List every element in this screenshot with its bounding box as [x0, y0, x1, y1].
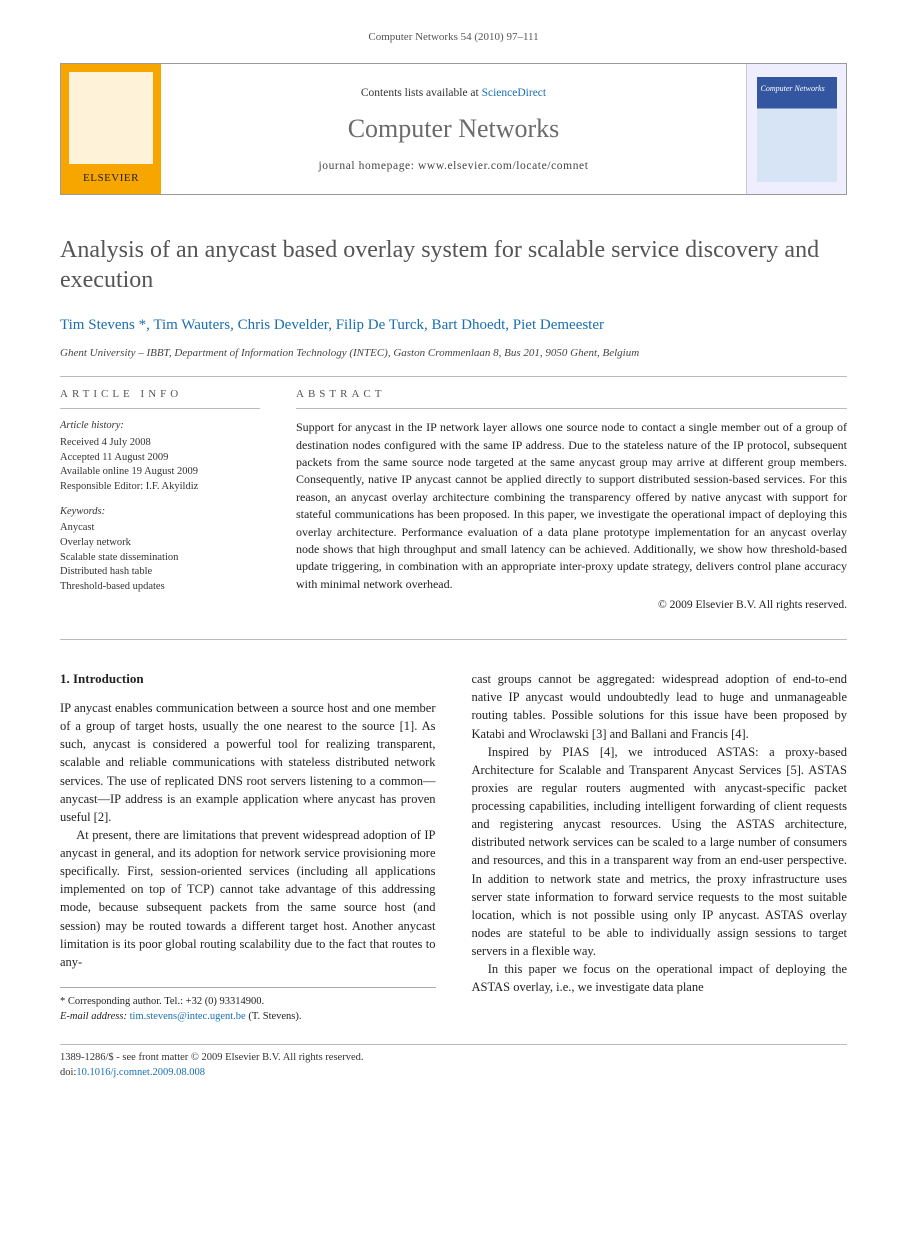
- divider: [60, 408, 260, 409]
- footer-copyright: 1389-1286/$ - see front matter © 2009 El…: [60, 1051, 847, 1066]
- cover-image-icon: [757, 77, 837, 182]
- doi-link[interactable]: 10.1016/j.comnet.2009.08.008: [76, 1067, 205, 1078]
- keywords-block: Keywords: Anycast Overlay network Scalab…: [60, 505, 260, 595]
- corr-email-link[interactable]: tim.stevens@intec.ugent.be: [130, 1011, 246, 1022]
- article-history: Article history: Received 4 July 2008 Ac…: [60, 419, 260, 494]
- corr-tel: * Corresponding author. Tel.: +32 (0) 93…: [60, 994, 436, 1009]
- journal-cover-thumb: [746, 64, 846, 194]
- divider: [296, 408, 847, 409]
- journal-title: Computer Networks: [348, 111, 560, 147]
- body-paragraph: cast groups cannot be aggregated: widesp…: [472, 670, 848, 743]
- abstract-copyright: © 2009 Elsevier B.V. All rights reserved…: [296, 597, 847, 613]
- running-citation: Computer Networks 54 (2010) 97–111: [60, 30, 847, 45]
- contents-prefix: Contents lists available at: [361, 87, 482, 99]
- corr-email-suffix: (T. Stevens).: [248, 1011, 301, 1022]
- article-title: Analysis of an anycast based overlay sys…: [60, 235, 847, 295]
- body-paragraph: At present, there are limitations that p…: [60, 826, 436, 971]
- keyword: Scalable state dissemination: [60, 551, 260, 566]
- section-heading-intro: 1. Introduction: [60, 670, 436, 689]
- history-line: Available online 19 August 2009: [60, 465, 260, 480]
- history-label: Article history:: [60, 419, 260, 434]
- elsevier-tree-icon: [69, 72, 153, 164]
- elsevier-logo: ELSEVIER: [61, 64, 161, 194]
- journal-homepage: journal homepage: www.elsevier.com/locat…: [318, 158, 588, 174]
- abstract-heading: abstract: [296, 387, 847, 402]
- keyword: Anycast: [60, 521, 260, 536]
- contents-available-line: Contents lists available at ScienceDirec…: [361, 85, 546, 101]
- doi-label: doi:: [60, 1067, 76, 1078]
- history-line: Responsible Editor: I.F. Akyildiz: [60, 480, 260, 495]
- corresponding-author-note: * Corresponding author. Tel.: +32 (0) 93…: [60, 987, 436, 1024]
- body-paragraph: In this paper we focus on the operationa…: [472, 960, 848, 996]
- keyword: Overlay network: [60, 536, 260, 551]
- history-line: Accepted 11 August 2009: [60, 451, 260, 466]
- history-line: Received 4 July 2008: [60, 436, 260, 451]
- email-label: E-mail address:: [60, 1011, 127, 1022]
- publisher-name: ELSEVIER: [83, 171, 139, 186]
- author-list: Tim Stevens *, Tim Wauters, Chris Develd…: [60, 315, 847, 336]
- article-info-heading: article info: [60, 387, 260, 402]
- article-body: 1. Introduction IP anycast enables commu…: [60, 670, 847, 1024]
- sciencedirect-link[interactable]: ScienceDirect: [482, 87, 547, 99]
- page-footer: 1389-1286/$ - see front matter © 2009 El…: [60, 1044, 847, 1080]
- body-paragraph: IP anycast enables communication between…: [60, 699, 436, 826]
- journal-header: ELSEVIER Contents lists available at Sci…: [60, 63, 847, 195]
- body-paragraph: Inspired by PIAS [4], we introduced ASTA…: [472, 743, 848, 961]
- abstract-text: Support for anycast in the IP network la…: [296, 419, 847, 593]
- keyword: Threshold-based updates: [60, 580, 260, 595]
- keyword: Distributed hash table: [60, 565, 260, 580]
- affiliation: Ghent University – IBBT, Department of I…: [60, 346, 847, 361]
- divider: [60, 639, 847, 640]
- author-link[interactable]: Tim Stevens *, Tim Wauters, Chris Develd…: [60, 317, 604, 333]
- keywords-label: Keywords:: [60, 505, 260, 520]
- divider: [60, 376, 847, 377]
